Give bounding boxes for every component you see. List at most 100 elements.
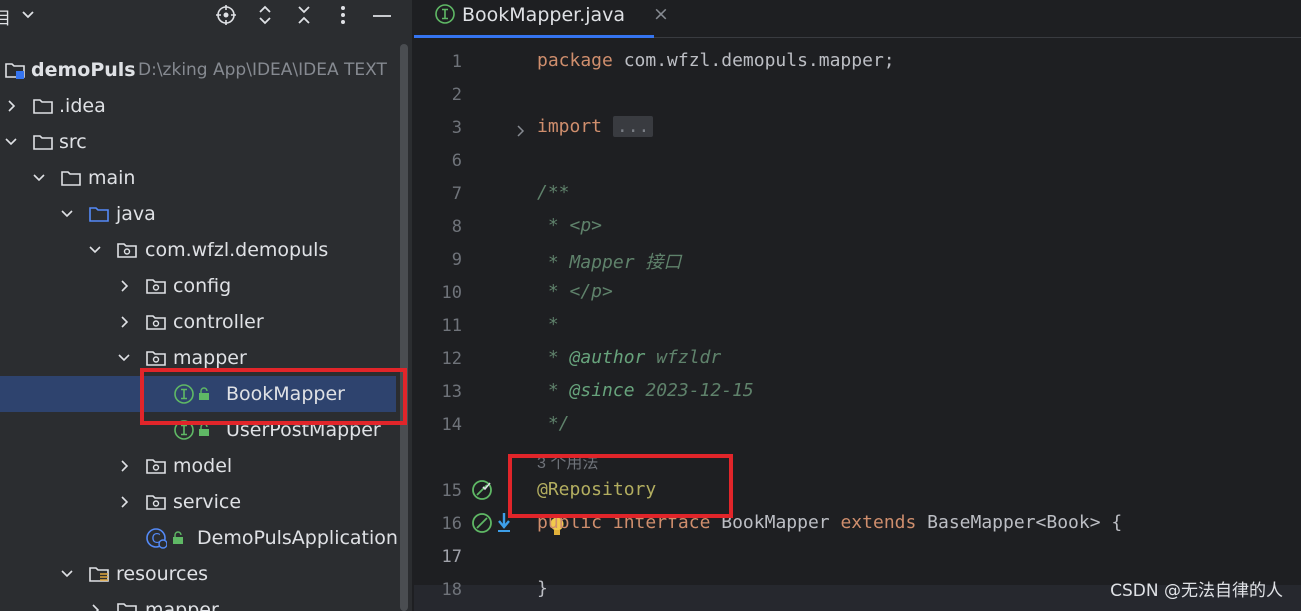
- code-line-3: import ...: [537, 116, 654, 137]
- interface-icon: [434, 3, 456, 25]
- package-icon: [145, 311, 167, 333]
- code-line-13: * @since 2023-12-15: [537, 380, 754, 401]
- lock-icon: [170, 527, 186, 549]
- chevron-right-icon[interactable]: [116, 458, 132, 474]
- tree-item-demopulsapplication[interactable]: C DemoPulsApplication: [0, 520, 412, 556]
- line-number: 10: [441, 283, 462, 303]
- keyword: extends: [840, 512, 917, 533]
- tree-item-controller[interactable]: controller: [0, 304, 412, 340]
- code-line-8: * <p>: [537, 215, 603, 236]
- dropdown-chevron-icon[interactable]: [14, 0, 42, 30]
- tree-item-label: .idea: [59, 95, 106, 117]
- line-number: 17: [441, 547, 462, 567]
- tree-item-label: resources: [116, 563, 209, 585]
- spring-bean-gutter-icon[interactable]: [470, 511, 494, 540]
- tree-item-package-root[interactable]: com.wfzl.demopuls: [0, 232, 412, 268]
- project-name: demoPuls: [31, 59, 136, 81]
- line-number: 7: [451, 184, 462, 204]
- line-number: 11: [441, 316, 462, 336]
- tree-item-label: service: [173, 491, 242, 513]
- package-icon: [145, 455, 167, 477]
- source-folder-icon: [88, 203, 110, 225]
- doc-prefix: *: [537, 380, 570, 401]
- tree-item-label: src: [59, 131, 87, 153]
- tree-item-src[interactable]: src: [0, 124, 412, 160]
- chevron-right-icon[interactable]: [3, 98, 19, 114]
- fold-chevron-icon[interactable]: [516, 122, 526, 143]
- code-area[interactable]: 1 2 3 6 7 8 9 10 11 12 13 14 15 16 17 18…: [414, 44, 1301, 611]
- code-editor: BookMapper.java × 1 2 3 6 7 8 9 10 11 12…: [414, 0, 1301, 611]
- locate-icon[interactable]: [212, 0, 240, 30]
- active-tab-indicator: [414, 35, 654, 38]
- minimize-icon[interactable]: [368, 0, 396, 30]
- doc-tag: @author: [569, 347, 646, 368]
- tab-label: BookMapper.java: [462, 4, 626, 26]
- tree-item-config[interactable]: config: [0, 268, 412, 304]
- code-line-11: *: [537, 314, 559, 335]
- package-icon: [116, 239, 138, 261]
- line-number: 12: [441, 349, 462, 369]
- code-line-10: * </p>: [537, 281, 613, 302]
- tree-item-service[interactable]: service: [0, 484, 412, 520]
- tree-item-model[interactable]: model: [0, 448, 412, 484]
- expand-collapse-icon[interactable]: [251, 0, 279, 30]
- line-number: 3: [451, 118, 462, 138]
- tree-item-label: main: [88, 167, 136, 189]
- tree-item-main[interactable]: main: [0, 160, 412, 196]
- code-line-14: */: [537, 413, 570, 434]
- tree-item-label: controller: [173, 311, 264, 333]
- highlight-box-bookmapper: [140, 368, 407, 425]
- doc-text: wfzldr: [645, 347, 722, 368]
- spring-bean-gutter-icon[interactable]: [470, 478, 494, 507]
- chevron-right-icon[interactable]: [87, 602, 103, 611]
- tree-item-label: DemoPulsApplication: [197, 527, 398, 549]
- project-panel-header: 目: [0, 0, 412, 30]
- tab-close-icon[interactable]: ×: [653, 3, 669, 25]
- line-number: 6: [451, 151, 462, 171]
- folder-icon: [32, 131, 54, 153]
- chevron-down-icon[interactable]: [116, 350, 132, 366]
- chevron-down-icon[interactable]: [3, 134, 19, 150]
- tree-item-label: config: [173, 275, 232, 297]
- tree-item-java[interactable]: java: [0, 196, 412, 232]
- doc-tag: @since: [569, 380, 635, 401]
- tree-item-label: java: [116, 203, 156, 225]
- resources-folder-icon: [88, 563, 110, 585]
- tree-item-resources-mapper[interactable]: mapper: [0, 592, 412, 611]
- line-number: 15: [441, 481, 462, 501]
- project-panel-scrollbar[interactable]: [400, 44, 408, 611]
- keyword: import: [537, 116, 603, 137]
- tree-item-label: model: [173, 455, 233, 477]
- tree-item-idea[interactable]: .idea: [0, 88, 412, 124]
- chevron-right-icon[interactable]: [116, 278, 132, 294]
- line-number: 13: [441, 382, 462, 402]
- code-text: BaseMapper<Book> {: [916, 512, 1123, 533]
- line-number: 16: [441, 514, 462, 534]
- more-options-icon[interactable]: [329, 0, 357, 30]
- code-text: com.wfzl.demopuls.mapper;: [612, 50, 895, 71]
- module-folder-icon: [4, 59, 26, 81]
- line-number: 8: [451, 217, 462, 237]
- code-line-1: package com.wfzl.demopuls.mapper;: [537, 50, 895, 71]
- folder-icon: [60, 167, 82, 189]
- collapse-all-icon[interactable]: [290, 0, 318, 30]
- code-line-18: }: [537, 578, 548, 599]
- project-tool-window: 目 demoPuls D:\zking App\IDEA\IDEA TEXT .…: [0, 0, 412, 611]
- chevron-right-icon[interactable]: [116, 494, 132, 510]
- chevron-right-icon[interactable]: [116, 314, 132, 330]
- tree-item-resources[interactable]: resources: [0, 556, 412, 592]
- folded-imports[interactable]: ...: [612, 116, 654, 137]
- line-number: 18: [441, 580, 462, 600]
- line-number: 9: [451, 250, 462, 270]
- code-line-12: * @author wfzldr: [537, 347, 721, 368]
- line-number: 14: [441, 415, 462, 435]
- chevron-down-icon[interactable]: [87, 242, 103, 258]
- watermark: CSDN @无法自律的人: [1110, 581, 1283, 601]
- tree-item-project-root[interactable]: demoPuls D:\zking App\IDEA\IDEA TEXT: [0, 52, 412, 88]
- package-icon: [145, 491, 167, 513]
- chevron-down-icon[interactable]: [59, 566, 75, 582]
- chevron-down-icon[interactable]: [59, 206, 75, 222]
- folder-icon: [116, 599, 138, 611]
- chevron-down-icon[interactable]: [31, 170, 47, 186]
- package-icon: [145, 275, 167, 297]
